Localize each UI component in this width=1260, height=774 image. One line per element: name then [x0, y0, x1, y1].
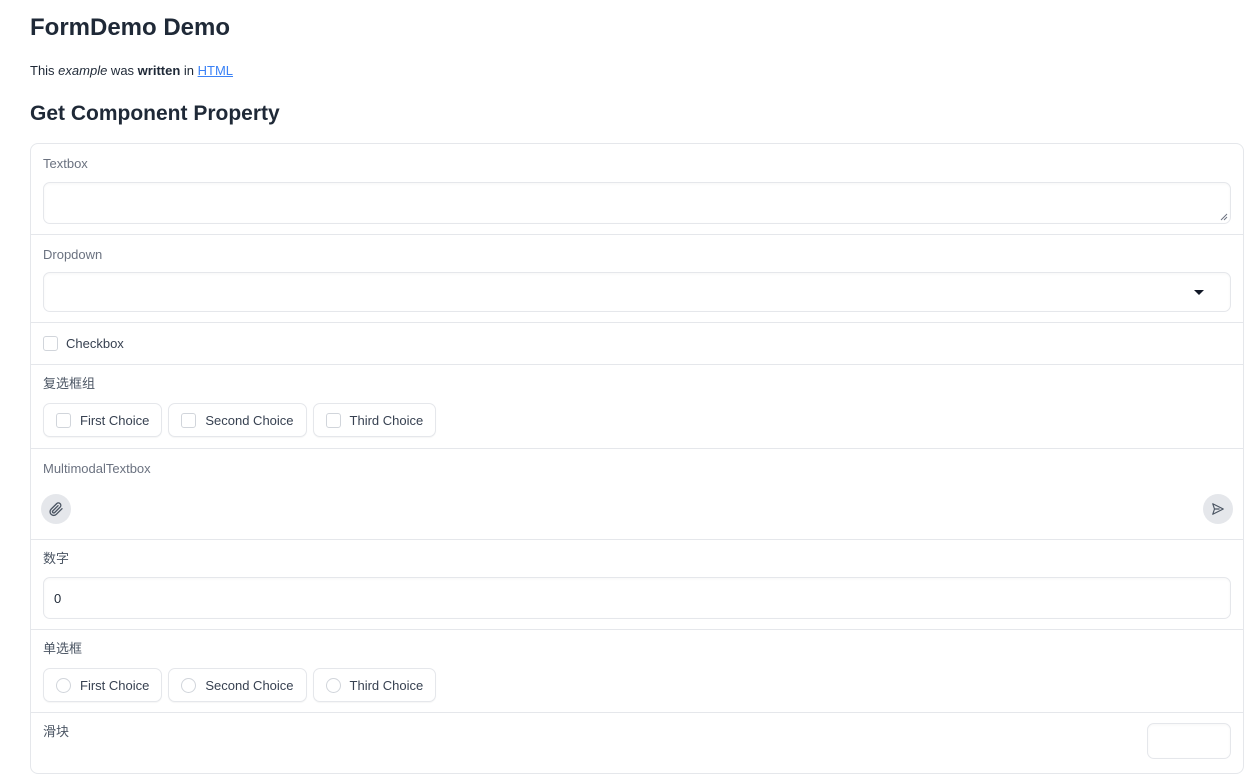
intro-part-1: This — [30, 63, 59, 78]
multimodal-label: MultimodalTextbox — [43, 461, 151, 476]
checkbox-option-box — [181, 412, 197, 428]
checkbox-option-first[interactable]: First Choice — [43, 403, 163, 437]
radio-block: 单选框 First Choice Second Choice Third Cho… — [31, 630, 1243, 713]
radio-option-first[interactable]: First Choice — [43, 668, 163, 702]
section-title: Get Component Property — [30, 102, 280, 125]
checkbox-group-label: 复选框组 — [43, 376, 96, 391]
caret-down-icon — [1194, 290, 1204, 295]
dropdown-select[interactable] — [43, 272, 1231, 312]
radio-option-circle — [56, 677, 71, 693]
checkbox-group-block: 复选框组 First Choice Second Choice Third Ch… — [31, 365, 1243, 449]
send-button[interactable] — [1203, 494, 1233, 524]
form-container: Textbox Dropdown Checkbox 复选框组 First Cho… — [30, 143, 1244, 774]
radio-option-second[interactable]: Second Choice — [168, 668, 307, 702]
radio-option-label: Second Choice — [205, 677, 294, 693]
resize-handle-icon[interactable] — [1220, 213, 1228, 221]
intro-text: This example was written in HTML — [30, 63, 1245, 79]
checkbox-option-label: Third Choice — [349, 412, 424, 428]
radio-option-label: First Choice — [80, 677, 150, 693]
page-title: FormDemo Demo — [30, 14, 231, 41]
checkbox-option-box — [56, 412, 71, 428]
intro-part-3: in — [180, 63, 198, 78]
radio-option-circle — [181, 677, 197, 693]
textbox-label: Textbox — [43, 156, 88, 171]
slider-block: 滑块 — [31, 713, 1243, 773]
send-icon — [1212, 503, 1224, 515]
checkbox-option-label: First Choice — [80, 412, 150, 428]
multimodal-input[interactable] — [131, 494, 1183, 524]
checkbox-block: Checkbox — [31, 323, 1243, 365]
intro-strong: written — [137, 63, 181, 78]
slider-label: 滑块 — [43, 724, 70, 739]
attach-button[interactable] — [41, 494, 71, 524]
multimodal-block: MultimodalTextbox — [31, 449, 1243, 540]
number-label: 数字 — [43, 551, 70, 566]
number-block: 数字 0 — [31, 540, 1243, 630]
checkbox-option-label: Second Choice — [205, 412, 294, 428]
slider-number-input[interactable] — [1147, 723, 1231, 759]
html-link[interactable]: HTML — [198, 63, 233, 78]
intro-em: example — [58, 63, 108, 78]
page: FormDemo Demo This example was written i… — [0, 0, 1260, 774]
radio-label: 单选框 — [43, 641, 83, 656]
checkbox-box[interactable] — [43, 336, 58, 351]
dropdown-label: Dropdown — [43, 247, 103, 262]
radio-option-third[interactable]: Third Choice — [312, 668, 437, 702]
checkbox-option-third[interactable]: Third Choice — [312, 403, 437, 437]
radio-options: First Choice Second Choice Third Choice — [43, 668, 1231, 702]
checkbox-option-second[interactable]: Second Choice — [168, 403, 307, 437]
radio-option-circle — [325, 677, 341, 693]
checkbox-group-options: First Choice Second Choice Third Choice — [43, 403, 1231, 437]
textbox-block: Textbox — [31, 144, 1243, 235]
intro-part-2: was — [107, 63, 138, 78]
radio-option-label: Third Choice — [349, 677, 424, 693]
paperclip-icon — [49, 502, 63, 517]
checkbox-label: Checkbox — [66, 336, 124, 351]
number-input[interactable]: 0 — [43, 577, 1231, 619]
textbox-input[interactable] — [43, 182, 1231, 224]
checkbox-option-box — [325, 412, 341, 428]
dropdown-block: Dropdown — [31, 235, 1243, 323]
